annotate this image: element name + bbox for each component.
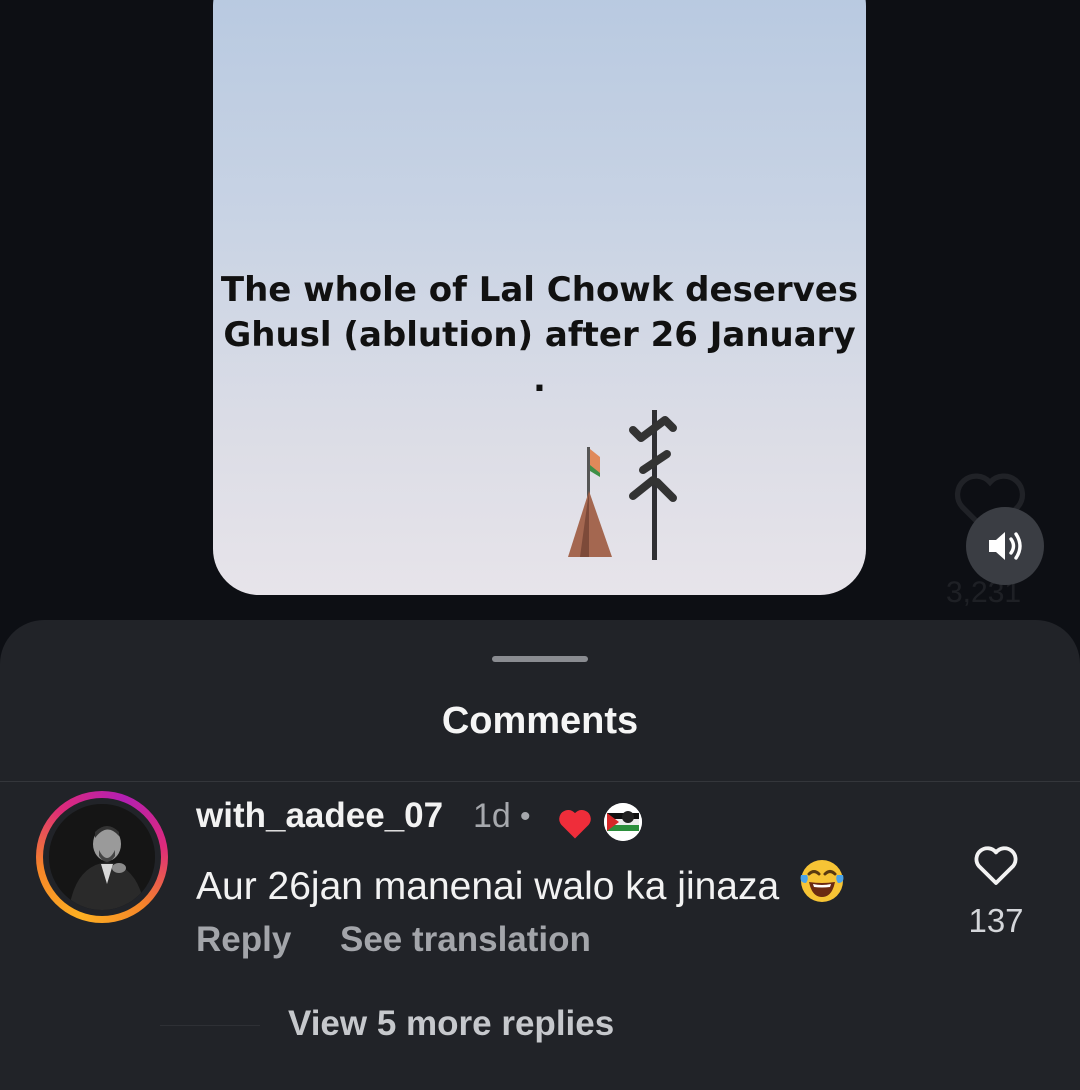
comment-username[interactable]: with_aadee_07 [196,796,443,836]
video-caption-line-1: The whole of Lal Chowk deserves [220,270,859,310]
meta-separator: • [520,800,531,833]
comment-text: Aur 26jan manenai walo ka jinaza [196,857,846,909]
light-pole-image [629,410,677,560]
speaker-icon [989,532,1022,560]
red-heart-icon [559,809,591,839]
sheet-drag-handle[interactable] [492,656,588,662]
face-with-tears-of-joy-icon [800,860,844,902]
creator-profile-badge [604,803,642,841]
heart-outline-icon[interactable] [972,842,1020,886]
see-translation-button[interactable]: See translation [340,920,591,960]
replies-connector-line [160,1025,260,1026]
sheet-title: Comments [441,700,639,742]
sheet-divider [0,781,1080,782]
comment-timestamp: 1d [473,797,511,835]
video-caption: The whole of Lal Chowk deserves Ghusl (a… [213,268,866,403]
tower-spire-image [568,447,612,557]
video-preview[interactable]: The whole of Lal Chowk deserves Ghusl (a… [213,0,866,595]
video-caption-line-2: Ghusl (ablution) after 26 January . [223,315,856,400]
comment-text-content: Aur 26jan manenai walo ka jinaza [196,865,780,908]
sound-toggle-button[interactable] [966,507,1044,585]
avatar[interactable] [36,791,168,923]
avatar-photo [49,804,155,910]
reply-button[interactable]: Reply [196,920,291,960]
comment-like-count: 137 [968,902,1024,939]
comments-sheet: Comments with_aadee_07 1d • Aur 26jan ma… [0,620,1080,1090]
view-more-replies-button[interactable]: View 5 more replies [288,1004,614,1044]
